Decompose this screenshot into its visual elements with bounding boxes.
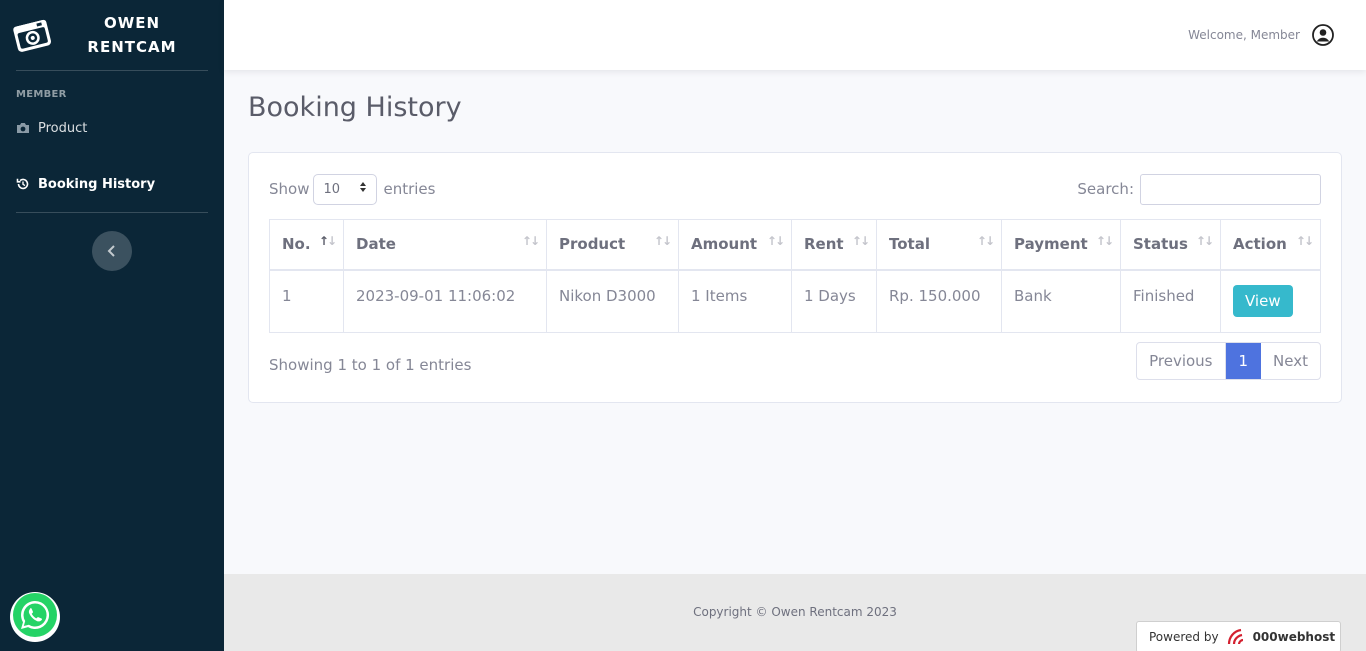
- footer: Copyright © Owen Rentcam 2023 Powered by…: [224, 574, 1366, 651]
- pagination-page-1[interactable]: 1: [1225, 343, 1262, 379]
- welcome-text: Welcome, Member: [1188, 28, 1300, 42]
- sort-icon: ↑↓: [653, 234, 672, 248]
- page-title: Booking History: [248, 92, 462, 123]
- cell-action: View: [1220, 269, 1321, 333]
- user-circle-icon[interactable]: [1312, 24, 1334, 46]
- column-header-product[interactable]: Product ↑↓: [546, 219, 679, 271]
- booking-history-card: Show 10 entries Search: No. ↑↓ Date ↑↓ Pro…: [248, 152, 1342, 403]
- entries-length-control: Show 10 entries: [269, 173, 436, 205]
- webhost-name: 000webhost: [1252, 630, 1336, 644]
- history-icon: [16, 177, 30, 191]
- column-header-label: Action: [1233, 235, 1287, 254]
- cell-date: 2023-09-01 11:06:02: [343, 269, 547, 333]
- webhost-logo-icon: [1225, 628, 1249, 646]
- column-header-label: No.: [282, 235, 311, 254]
- powered-by-label: Powered by: [1149, 630, 1219, 644]
- show-label: Show: [269, 180, 310, 198]
- cell-no: 1: [269, 269, 344, 333]
- cell-product: Nikon D3000: [546, 269, 679, 333]
- column-header-total[interactable]: Total ↑↓: [876, 219, 1002, 271]
- search-input[interactable]: [1140, 173, 1321, 205]
- table-row: 1 2023-09-01 11:06:02 Nikon D3000 1 Item…: [269, 269, 1321, 333]
- column-header-label: Payment: [1014, 235, 1088, 254]
- table-controls: Show 10 entries Search:: [269, 173, 1321, 205]
- chevron-left-icon: [107, 242, 117, 261]
- search-control: Search:: [1077, 173, 1321, 205]
- pagination-next[interactable]: Next: [1261, 343, 1320, 379]
- sort-icon: ↑↓: [1195, 234, 1214, 248]
- sidebar-divider: [16, 212, 208, 213]
- sort-icon: ↑↓: [1095, 234, 1114, 248]
- column-header-label: Total: [889, 235, 930, 254]
- select-arrows-icon: [359, 181, 367, 197]
- sort-icon: ↑↓: [766, 234, 785, 248]
- sidebar-item-product[interactable]: Product: [0, 100, 224, 156]
- cell-payment: Bank: [1001, 269, 1121, 333]
- pagination-previous[interactable]: Previous: [1137, 343, 1226, 379]
- search-label: Search:: [1077, 180, 1134, 198]
- cell-amount: 1 Items: [678, 269, 792, 333]
- brand-name-line2: RENTCAM: [87, 38, 177, 56]
- powered-by-badge[interactable]: Powered by 000webhost: [1136, 621, 1341, 651]
- column-header-date[interactable]: Date ↑↓: [343, 219, 547, 271]
- view-button[interactable]: View: [1233, 284, 1293, 317]
- cell-rent: 1 Days: [791, 269, 877, 333]
- brand[interactable]: OWEN RENTCAM: [0, 0, 224, 70]
- column-header-label: Date: [356, 235, 396, 254]
- booking-table: No. ↑↓ Date ↑↓ Product ↑↓ Amount ↑↓ Rent ↑↓ T…: [269, 219, 1321, 333]
- entries-select-value: 10: [323, 181, 341, 197]
- column-header-amount[interactable]: Amount ↑↓: [678, 219, 792, 271]
- table-info: Showing 1 to 1 of 1 entries: [269, 356, 472, 374]
- sidebar: OWEN RENTCAM MEMBER Product Booking Hist…: [0, 0, 224, 651]
- sort-icon: ↑↓: [976, 234, 995, 248]
- column-header-action[interactable]: Action ↑↓: [1220, 219, 1321, 271]
- sidebar-item-booking-history[interactable]: Booking History: [0, 156, 224, 212]
- column-header-label: Product: [559, 235, 626, 254]
- camera-logo-icon: [12, 15, 52, 55]
- whatsapp-icon: [11, 591, 59, 643]
- column-header-no[interactable]: No. ↑↓: [269, 219, 344, 271]
- column-header-label: Amount: [691, 235, 758, 254]
- table-header-row: No. ↑↓ Date ↑↓ Product ↑↓ Amount ↑↓ Rent ↑↓ T…: [269, 219, 1321, 271]
- cell-status: Finished: [1120, 269, 1221, 333]
- sidebar-heading: MEMBER: [16, 89, 67, 100]
- camera-icon: [16, 122, 30, 134]
- column-header-rent[interactable]: Rent ↑↓: [791, 219, 877, 271]
- brand-name-line1: OWEN: [103, 14, 161, 32]
- sort-ascending-icon: ↑↓: [318, 234, 337, 248]
- entries-label: entries: [383, 180, 436, 198]
- column-header-status[interactable]: Status ↑↓: [1120, 219, 1221, 271]
- column-header-label: Status: [1133, 235, 1188, 254]
- column-header-payment[interactable]: Payment ↑↓: [1001, 219, 1121, 271]
- sort-icon: ↑↓: [521, 234, 540, 248]
- sidebar-item-label: Booking History: [38, 176, 156, 192]
- column-header-label: Rent: [804, 235, 844, 254]
- topbar: Welcome, Member: [224, 0, 1366, 70]
- sidebar-item-label: Product: [38, 120, 88, 136]
- pagination: Previous 1 Next: [1136, 342, 1321, 380]
- sort-icon: ↑↓: [1295, 234, 1314, 248]
- sidebar-toggle-button[interactable]: [92, 231, 132, 271]
- copyright-text: Copyright © Owen Rentcam 2023: [693, 605, 897, 619]
- entries-select[interactable]: 10: [313, 173, 378, 205]
- cell-total: Rp. 150.000: [876, 269, 1002, 333]
- whatsapp-button[interactable]: [10, 592, 60, 642]
- sort-icon: ↑↓: [851, 234, 870, 248]
